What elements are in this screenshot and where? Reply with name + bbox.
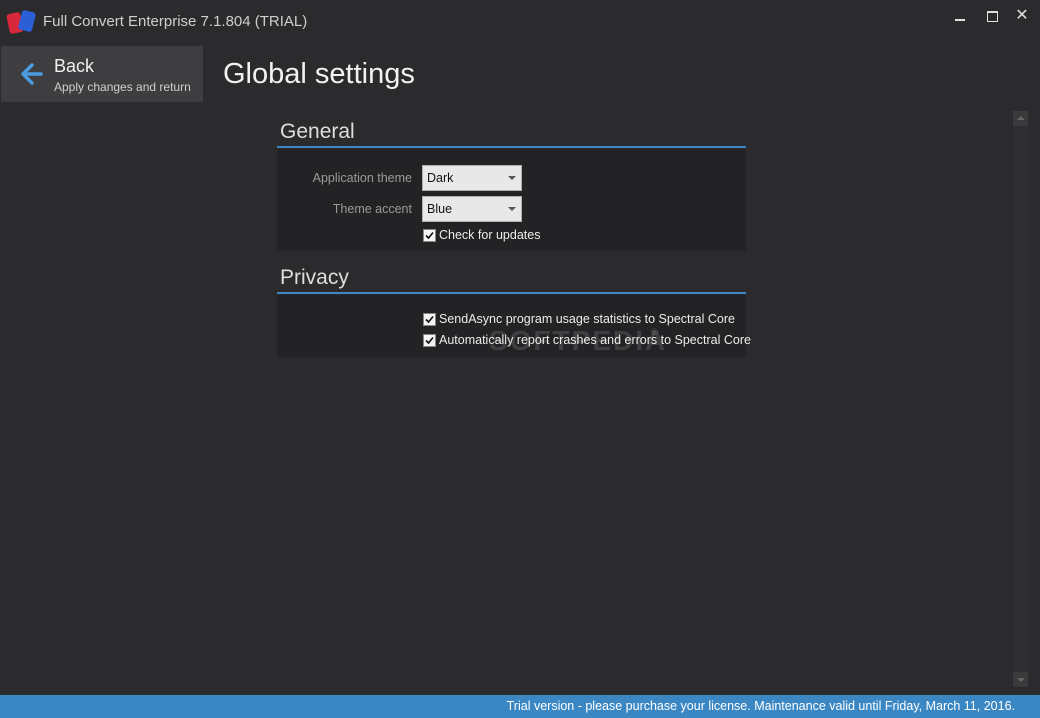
scroll-up-button[interactable] (1013, 111, 1028, 126)
back-title: Back (54, 56, 95, 76)
theme-accent-value: Blue (427, 202, 453, 216)
maximize-button[interactable] (978, 6, 1006, 26)
theme-accent-label: Theme accent (332, 202, 412, 216)
minimize-button[interactable] (946, 6, 974, 26)
close-icon: ✕ (1015, 7, 1029, 24)
chevron-down-icon (508, 207, 516, 211)
checkmark-icon (425, 315, 434, 324)
chevron-down-icon (508, 176, 516, 180)
status-bar: Trial version - please purchase your lic… (0, 695, 1040, 718)
check-updates-label: Check for updates (439, 228, 541, 242)
section-title-general: General (280, 120, 355, 143)
theme-accent-select[interactable]: Blue (422, 196, 522, 222)
arrow-up-icon (1017, 116, 1025, 120)
crash-report-checkbox[interactable] (423, 334, 436, 347)
status-text: Trial version - please purchase your lic… (506, 699, 1015, 713)
vertical-scrollbar[interactable] (1013, 111, 1028, 687)
back-subtitle: Apply changes and return (54, 80, 191, 94)
arrow-down-icon (1017, 678, 1025, 682)
application-theme-value: Dark (427, 171, 454, 185)
arrow-left-icon (21, 63, 43, 85)
application-theme-select[interactable]: Dark (422, 165, 522, 191)
window-title: Full Convert Enterprise 7.1.804 (TRIAL) (43, 13, 308, 30)
checkmark-icon (425, 336, 434, 345)
back-button[interactable]: Back Apply changes and return (1, 46, 203, 102)
check-updates-checkbox[interactable] (423, 229, 436, 242)
usage-stats-label: SendAsync program usage statistics to Sp… (439, 312, 735, 326)
section-title-privacy: Privacy (280, 266, 349, 289)
watermark: SOFTPEDIA (489, 325, 668, 356)
section-header-privacy: Privacy (277, 262, 746, 294)
usage-stats-checkbox[interactable] (423, 313, 436, 326)
page-title: Global settings (223, 58, 415, 90)
maximize-icon (986, 11, 998, 22)
watermark-registered-mark: ® (651, 327, 658, 337)
close-button[interactable]: ✕ (1008, 6, 1036, 26)
minimize-icon (955, 19, 965, 21)
section-header-general: General (277, 116, 746, 148)
scroll-down-button[interactable] (1013, 672, 1028, 687)
application-theme-label: Application theme (312, 171, 412, 185)
app-logo-icon (6, 10, 36, 34)
title-bar: Full Convert Enterprise 7.1.804 (TRIAL) … (0, 0, 1040, 44)
checkmark-icon (425, 231, 434, 240)
